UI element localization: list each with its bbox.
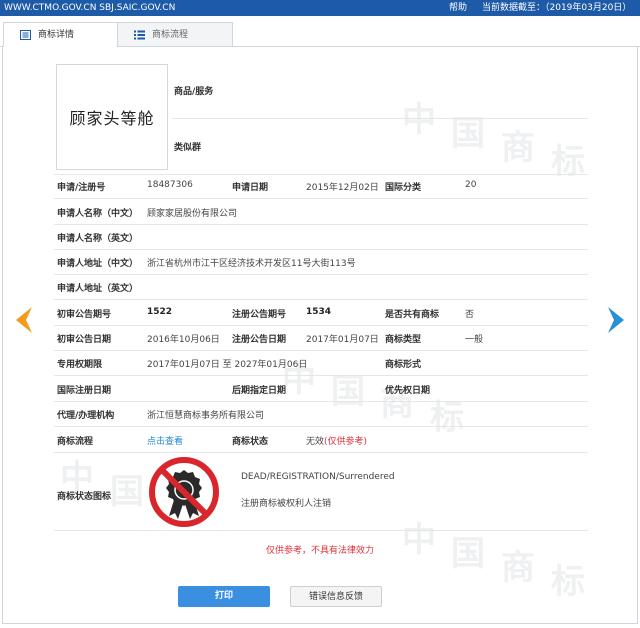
status-icon-label: 商标状态图标 bbox=[57, 492, 112, 502]
reg-date-value: 2017年01月07日 bbox=[306, 335, 379, 345]
similar-group-label: 类似群 bbox=[174, 143, 202, 153]
row-divider bbox=[54, 249, 588, 250]
tab-label: 商标详情 bbox=[38, 30, 75, 40]
help-link[interactable]: 帮助 bbox=[449, 0, 467, 16]
mark-type-value: 一般 bbox=[465, 335, 484, 345]
app-date-label: 申请日期 bbox=[232, 183, 269, 193]
document-icon bbox=[20, 30, 31, 40]
process-label: 商标流程 bbox=[57, 437, 94, 447]
trademark-image: 顾家头等舱 bbox=[56, 64, 168, 170]
row-divider bbox=[172, 118, 588, 119]
row-divider bbox=[54, 174, 588, 175]
intl-class-value: 20 bbox=[465, 180, 477, 190]
status-value: 无效(仅供参考) bbox=[306, 434, 367, 447]
prev-arrow-icon[interactable] bbox=[12, 305, 36, 335]
list-icon bbox=[134, 30, 145, 40]
disclaimer: 仅供参考，不具有法律效力 bbox=[265, 546, 374, 556]
address-en-label: 申请人地址（英文） bbox=[57, 284, 139, 294]
intl-class-label: 国际分类 bbox=[385, 183, 422, 193]
prelim-issue-value: 1522 bbox=[147, 307, 173, 317]
reg-issue-label: 注册公告期号 bbox=[232, 310, 287, 320]
data-as-of: 当前数据截至：（2019年03月20日） bbox=[482, 3, 632, 13]
status-label: 商标状态 bbox=[232, 437, 269, 447]
row-divider bbox=[54, 325, 588, 326]
mark-type-label: 商标类型 bbox=[385, 335, 422, 345]
agent-value: 浙江恒慧商标事务所有限公司 bbox=[147, 411, 265, 421]
tab-bar: 商标详情 商标流程 bbox=[0, 22, 640, 47]
prelim-date-label: 初审公告日期 bbox=[57, 335, 112, 345]
intl-reg-date-label: 国际注册日期 bbox=[57, 386, 112, 396]
row-divider bbox=[54, 452, 588, 453]
exclusive-period-label: 专用权期限 bbox=[57, 360, 103, 370]
priority-date-label: 优先权日期 bbox=[385, 386, 431, 396]
process-link[interactable]: 点击查看 bbox=[147, 434, 183, 447]
next-arrow-icon[interactable] bbox=[604, 305, 628, 335]
tab-trademark-details[interactable]: 商标详情 bbox=[3, 22, 118, 47]
reg-date-label: 注册公告日期 bbox=[232, 335, 287, 345]
status-text: 无效 bbox=[306, 437, 325, 447]
row-divider bbox=[54, 198, 588, 199]
top-bar: WWW.CTMO.GOV.CN SBJ.SAIC.GOV.CN 帮助 当前数据截… bbox=[0, 0, 640, 16]
site-url: WWW.CTMO.GOV.CN SBJ.SAIC.GOV.CN bbox=[4, 3, 176, 13]
applicant-cn-value: 顾家家居股份有限公司 bbox=[147, 209, 238, 219]
prelim-issue-label: 初审公告期号 bbox=[57, 310, 112, 320]
trademark-text: 顾家头等舱 bbox=[69, 109, 155, 128]
reg-issue-value: 1534 bbox=[306, 307, 332, 317]
status-note: (仅供参考) bbox=[324, 437, 368, 447]
prelim-date-value: 2016年10月06日 bbox=[147, 335, 220, 345]
address-cn-label: 申请人地址（中文） bbox=[57, 259, 139, 269]
shared-mark-value: 否 bbox=[465, 310, 475, 320]
row-divider bbox=[54, 224, 588, 225]
agent-label: 代理/办理机构 bbox=[57, 411, 115, 421]
row-divider bbox=[54, 401, 588, 402]
status-icon-text-en: DEAD/REGISTRATION/Surrendered bbox=[241, 472, 395, 482]
applicant-cn-label: 申请人名称（中文） bbox=[57, 209, 139, 219]
later-designation-label: 后期指定日期 bbox=[232, 386, 287, 396]
exclusive-period-value: 2017年01月07日 至 2027年01月06日 bbox=[147, 360, 308, 370]
tab-trademark-process[interactable]: 商标流程 bbox=[117, 22, 233, 47]
mark-form-label: 商标形式 bbox=[385, 360, 422, 370]
feedback-button[interactable]: 错误信息反馈 bbox=[290, 586, 382, 607]
applicant-en-label: 申请人名称（英文） bbox=[57, 234, 139, 244]
status-icon-text-cn: 注册商标被权利人注销 bbox=[241, 499, 332, 509]
shared-mark-label: 是否共有商标 bbox=[385, 310, 440, 320]
row-divider bbox=[54, 375, 588, 376]
reg-no-label: 申请/注册号 bbox=[57, 183, 106, 193]
tab-label: 商标流程 bbox=[152, 30, 189, 40]
row-divider bbox=[54, 274, 588, 275]
row-divider bbox=[54, 426, 588, 427]
row-divider bbox=[54, 530, 588, 531]
dead-status-icon bbox=[149, 457, 219, 527]
goods-services-label: 商品/服务 bbox=[174, 87, 214, 97]
print-button[interactable]: 打印 bbox=[178, 586, 270, 607]
address-cn-value: 浙江省杭州市江干区经济技术开发区11号大街113号 bbox=[147, 259, 356, 269]
app-date-value: 2015年12月02日 bbox=[306, 183, 379, 193]
reg-no-value: 18487306 bbox=[147, 180, 193, 190]
row-divider bbox=[54, 299, 588, 300]
row-divider bbox=[54, 350, 588, 351]
